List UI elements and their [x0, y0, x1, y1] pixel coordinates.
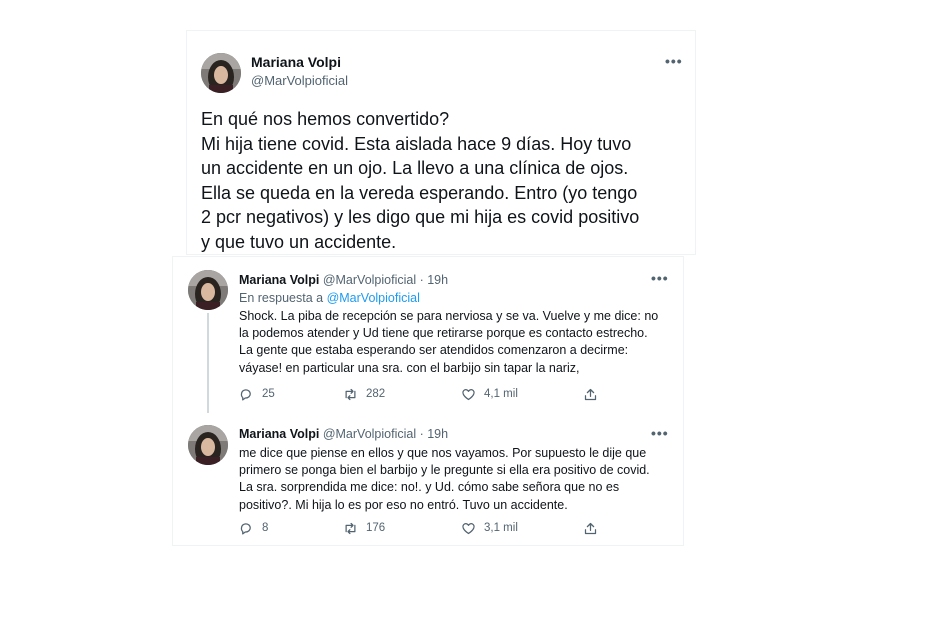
author-handle[interactable]: @MarVolpioficial: [251, 73, 348, 88]
more-horizontal-icon[interactable]: •••: [665, 53, 683, 69]
reply-button[interactable]: 8: [239, 520, 268, 536]
retweet-button[interactable]: 176: [343, 520, 385, 536]
retweet-icon: [345, 388, 356, 400]
reply-count: 8: [262, 522, 269, 534]
replying-to-label: En respuesta a: [239, 291, 324, 305]
retweet-icon: [345, 522, 356, 534]
tweet-text-line: 2 pcr negativos) y les digo que mi hija …: [201, 207, 640, 227]
author-avatar[interactable]: [201, 53, 241, 93]
author-avatar[interactable]: [188, 425, 228, 465]
more-horizontal-icon[interactable]: •••: [651, 270, 669, 286]
like-button[interactable]: 3,1 mil: [461, 520, 518, 536]
author-avatar[interactable]: [188, 270, 228, 310]
main-tweet-card: Mariana Volpi @MarVolpioficial ••• En qu…: [186, 30, 696, 255]
tweet-text-line: Ella se queda en la vereda esperando. En…: [201, 182, 638, 203]
tweet-text-line: Mi hija tiene covid. Esta aislada hace 9…: [201, 133, 632, 154]
author-handle[interactable]: @MarVolpioficial: [323, 427, 416, 441]
like-count: 3,1 mil: [484, 522, 518, 534]
tweet-text: me dice que piense en ellos y que nos va…: [239, 445, 669, 514]
tweet-text-line: me dice que piense en ellos y que nos va…: [239, 446, 647, 460]
tweet-text-line: la podemos atender y Ud tiene que retira…: [239, 326, 648, 341]
thread-connector-line: [207, 313, 209, 413]
reply-header: Mariana Volpi @MarVolpioficial · 19h: [239, 427, 448, 441]
more-horizontal-icon[interactable]: •••: [651, 425, 669, 441]
tweet-text-line: La sra. sorprendida me dice: no!. y Ud. …: [239, 480, 620, 495]
tweet-text-line: primero se ponga bien el barbijo y le pr…: [239, 463, 650, 478]
author-name[interactable]: Mariana Volpi: [251, 54, 341, 70]
avatar-photo: [201, 53, 241, 93]
avatar-photo: [188, 425, 228, 465]
tweet-text-line: En qué nos hemos convertido?: [201, 109, 450, 129]
replying-to: En respuesta a @MarVolpioficial: [239, 291, 420, 305]
tweet-text: En qué nos hemos convertido? Mi hija tie…: [201, 107, 691, 254]
like-button[interactable]: 4,1 mil: [461, 386, 518, 402]
share-button[interactable]: [583, 386, 598, 402]
tweet-text-line: Shock. La piba de recepción se para nerv…: [239, 309, 659, 323]
tweet-text-line: positivo?. Mi hija lo es por eso no entr…: [239, 497, 568, 512]
reply-bubble-icon: [240, 388, 251, 400]
share-upload-icon: [584, 388, 597, 400]
replying-to-link[interactable]: @MarVolpioficial: [327, 291, 420, 305]
share-upload-icon: [584, 522, 597, 534]
heart-icon: [462, 522, 475, 534]
tweet-timestamp[interactable]: · 19h: [420, 273, 449, 287]
tweet-timestamp[interactable]: · 19h: [420, 427, 449, 441]
tweet-text-line: un accidente en un ojo. La llevo a una c…: [201, 158, 629, 178]
tweet-actions: 8 176 3,1 mil: [239, 520, 619, 536]
like-count: 4,1 mil: [484, 388, 518, 400]
heart-icon: [462, 388, 475, 400]
reply-count: 25: [262, 388, 275, 400]
retweet-button[interactable]: 282: [343, 386, 385, 402]
avatar-photo: [188, 270, 228, 310]
tweet-text-line: váyase! en particular una sra. con el ba…: [239, 360, 580, 375]
share-button[interactable]: [583, 520, 598, 536]
author-name[interactable]: Mariana Volpi: [239, 273, 319, 287]
tweet-text-line: y que tuvo un accidente.: [201, 231, 397, 252]
tweet-text-line: La gente que estaba esperando ser atendi…: [239, 343, 629, 358]
reply-header: Mariana Volpi @MarVolpioficial · 19h: [239, 273, 448, 287]
retweet-count: 176: [366, 522, 386, 534]
retweet-count: 282: [366, 388, 386, 400]
reply-button[interactable]: 25: [239, 386, 275, 402]
author-handle[interactable]: @MarVolpioficial: [323, 273, 416, 287]
tweet-actions: 25 282 4,1 mil: [239, 386, 619, 402]
tweet-text: Shock. La piba de recepción se para nerv…: [239, 308, 669, 377]
author-name[interactable]: Mariana Volpi: [239, 427, 319, 441]
reply-bubble-icon: [240, 522, 251, 534]
thread-card: Mariana Volpi @MarVolpioficial · 19h •••…: [172, 256, 684, 546]
